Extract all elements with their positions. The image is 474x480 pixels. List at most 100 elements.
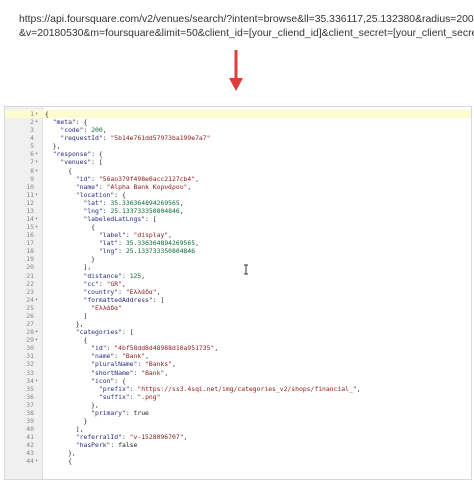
code-text: ], [45, 425, 84, 434]
line-number: 22 [26, 279, 34, 288]
fold-toggle-icon[interactable]: ▾ [35, 110, 41, 118]
code-line[interactable]: 2 ▾ "meta": { [5, 118, 471, 126]
code-text: "lng": 25.133733350804846 [98, 247, 196, 256]
code-line[interactable]: 19 } [5, 255, 471, 263]
code-line[interactable]: 26 ] [5, 312, 471, 320]
code-line[interactable]: 33 "shortName": "Bank", [5, 369, 471, 377]
fold-toggle-icon[interactable]: ▾ [35, 328, 41, 336]
line-number: 27 [26, 320, 34, 329]
code-line[interactable]: 14 ▾ "labeledLatLngs": [ [5, 215, 471, 223]
code-line[interactable]: 15 ▾ { [5, 223, 471, 231]
code-line[interactable]: 21 "distance": 125, [5, 272, 471, 280]
json-editor[interactable]: 1 ▾{2 ▾ "meta": {3 "code": 200, 4 "requestI… [4, 106, 472, 480]
code-line[interactable]: 43 }, [5, 449, 471, 457]
code-line[interactable]: 17 "lat": 35.336364894269565, [5, 239, 471, 247]
code-line[interactable]: 34 ▾ "icon": { [5, 377, 471, 385]
code-line[interactable]: 29 ▾ { [5, 336, 471, 344]
code-line[interactable]: 38 "primary": true [5, 409, 471, 417]
line-number: 39 [26, 416, 34, 425]
code-line[interactable]: 31 "name": "Bank", [5, 352, 471, 360]
code-text: "pluralName": "Banks", [91, 360, 176, 369]
code-line[interactable]: 7 ▾ "venues": [ [5, 158, 471, 166]
line-number: 26 [26, 311, 34, 320]
code-line[interactable]: 8 ▾ { [5, 167, 471, 175]
fold-toggle-icon[interactable]: ▾ [35, 223, 41, 231]
fold-toggle-icon[interactable]: ▾ [35, 457, 41, 465]
fold-toggle-icon[interactable]: ▾ [35, 158, 41, 166]
code-line[interactable]: 36 "suffix": ".png" [5, 393, 471, 401]
code-line[interactable]: 16 "label": "display", [5, 231, 471, 239]
line-number: 38 [26, 408, 34, 417]
code-line[interactable]: 10 "name": "Alpha Bank Κορνάρου", [5, 183, 471, 191]
line-number: 41 [26, 433, 34, 442]
code-line[interactable]: 40 ], [5, 425, 471, 433]
line-number: 21 [26, 271, 34, 280]
code-line[interactable]: 4 "requestId": "5b14e761dd57973ba199e7a7… [5, 134, 471, 142]
code-text: { [45, 166, 72, 175]
line-number: 5 [30, 142, 34, 151]
code-line[interactable]: 5 }, [5, 142, 471, 150]
code-line[interactable]: 35 "prefix": "https://ss3.4sqi.net/img/c… [5, 385, 471, 393]
line-number: 10 [26, 182, 34, 191]
line-number: 35 [26, 384, 34, 393]
code-line[interactable]: 23 "country": "Ελλάδα", [5, 288, 471, 296]
request-url-line-2: &v=20180530&m=foursquare&limit=50&client… [19, 28, 474, 39]
code-text: { [45, 457, 72, 466]
fold-toggle-icon[interactable]: ▾ [35, 150, 41, 158]
code-line[interactable]: 1 ▾ { [5, 110, 471, 119]
line-number: 34 [26, 376, 34, 385]
code-line[interactable]: 37 }, [5, 401, 471, 409]
line-number: 25 [26, 303, 34, 312]
fold-toggle-icon[interactable]: ▾ [35, 215, 41, 223]
fold-toggle-icon[interactable]: ▾ [35, 336, 41, 344]
code-line[interactable]: 39 } [5, 417, 471, 425]
code-line[interactable]: 24 ▾ "formattedAddress": [ [5, 296, 471, 304]
line-number: 11 [26, 190, 34, 199]
code-text: "Ελλάδα" [91, 303, 122, 312]
line-number: 19 [26, 255, 34, 264]
code-text: "lng": 25.133733350804846, [83, 206, 184, 215]
code-line[interactable]: 44 ▾ { [5, 457, 471, 465]
code-line[interactable]: 42 "hasPerk": false [5, 441, 471, 449]
code-text: "primary": true [91, 408, 149, 417]
code-text: "categories": [ [75, 328, 134, 337]
code-text: "location": { [75, 190, 126, 199]
code-line[interactable]: 12 "lat": 35.336364894269565, [5, 199, 471, 207]
code-line[interactable]: 28 ▾ "categories": [ [5, 328, 471, 336]
request-url-line-1: https://api.foursquare.com/v2/venues/sea… [19, 14, 474, 25]
line-number: 18 [26, 247, 34, 256]
code-line[interactable]: 32 "pluralName": "Banks", [5, 360, 471, 368]
code-line[interactable]: 13 "lng": 25.133733350804846, [5, 207, 471, 215]
code-text: { [45, 223, 96, 232]
code-lines: 1 ▾{2 ▾ "meta": {3 "code": 200, 4 "requestI… [5, 110, 471, 465]
code-text: { [45, 336, 88, 345]
code-line[interactable]: 30 "id": "4bf58dd8d48988d10a951735", [5, 344, 471, 352]
code-line[interactable]: 20 ], [5, 263, 471, 271]
code-line[interactable]: 6 ▾ "response": { [5, 150, 471, 158]
code-text: "shortName": "Bank", [91, 368, 169, 377]
line-number: 7 [30, 158, 34, 167]
code-text: "lat": 35.336364894269565, [98, 239, 199, 248]
code-line[interactable]: 9 "id": "56ao379f498e0acc2127cb4", [5, 175, 471, 183]
fold-toggle-icon[interactable]: ▾ [35, 167, 41, 175]
request-url: https://api.foursquare.com/v2/venues/sea… [19, 13, 474, 41]
fold-toggle-icon[interactable]: ▾ [35, 191, 41, 199]
code-text: "label": "display", [98, 231, 173, 240]
line-number: 12 [26, 198, 34, 207]
code-line[interactable]: 22 "cc": "GR", [5, 280, 471, 288]
fold-toggle-icon[interactable]: ▾ [35, 296, 41, 304]
fold-toggle-icon[interactable]: ▾ [35, 118, 41, 126]
line-number: 1 [30, 110, 34, 118]
code-line[interactable]: 27 }, [5, 320, 471, 328]
line-number: 3 [30, 126, 34, 135]
fold-toggle-icon[interactable]: ▾ [35, 377, 41, 385]
code-line[interactable]: 11 ▾ "location": { [5, 191, 471, 199]
line-number: 32 [26, 360, 34, 369]
line-number: 14 [26, 215, 34, 224]
code-line[interactable]: 18 "lng": 25.133733350804846 [5, 247, 471, 255]
code-line[interactable]: 41 "referralId": "v-1528096707", [5, 433, 471, 441]
code-text: }, [45, 142, 61, 151]
code-line[interactable]: 3 "code": 200, [5, 126, 471, 134]
code-line[interactable]: 25 "Ελλάδα" [5, 304, 471, 312]
line-number: 13 [26, 206, 34, 215]
